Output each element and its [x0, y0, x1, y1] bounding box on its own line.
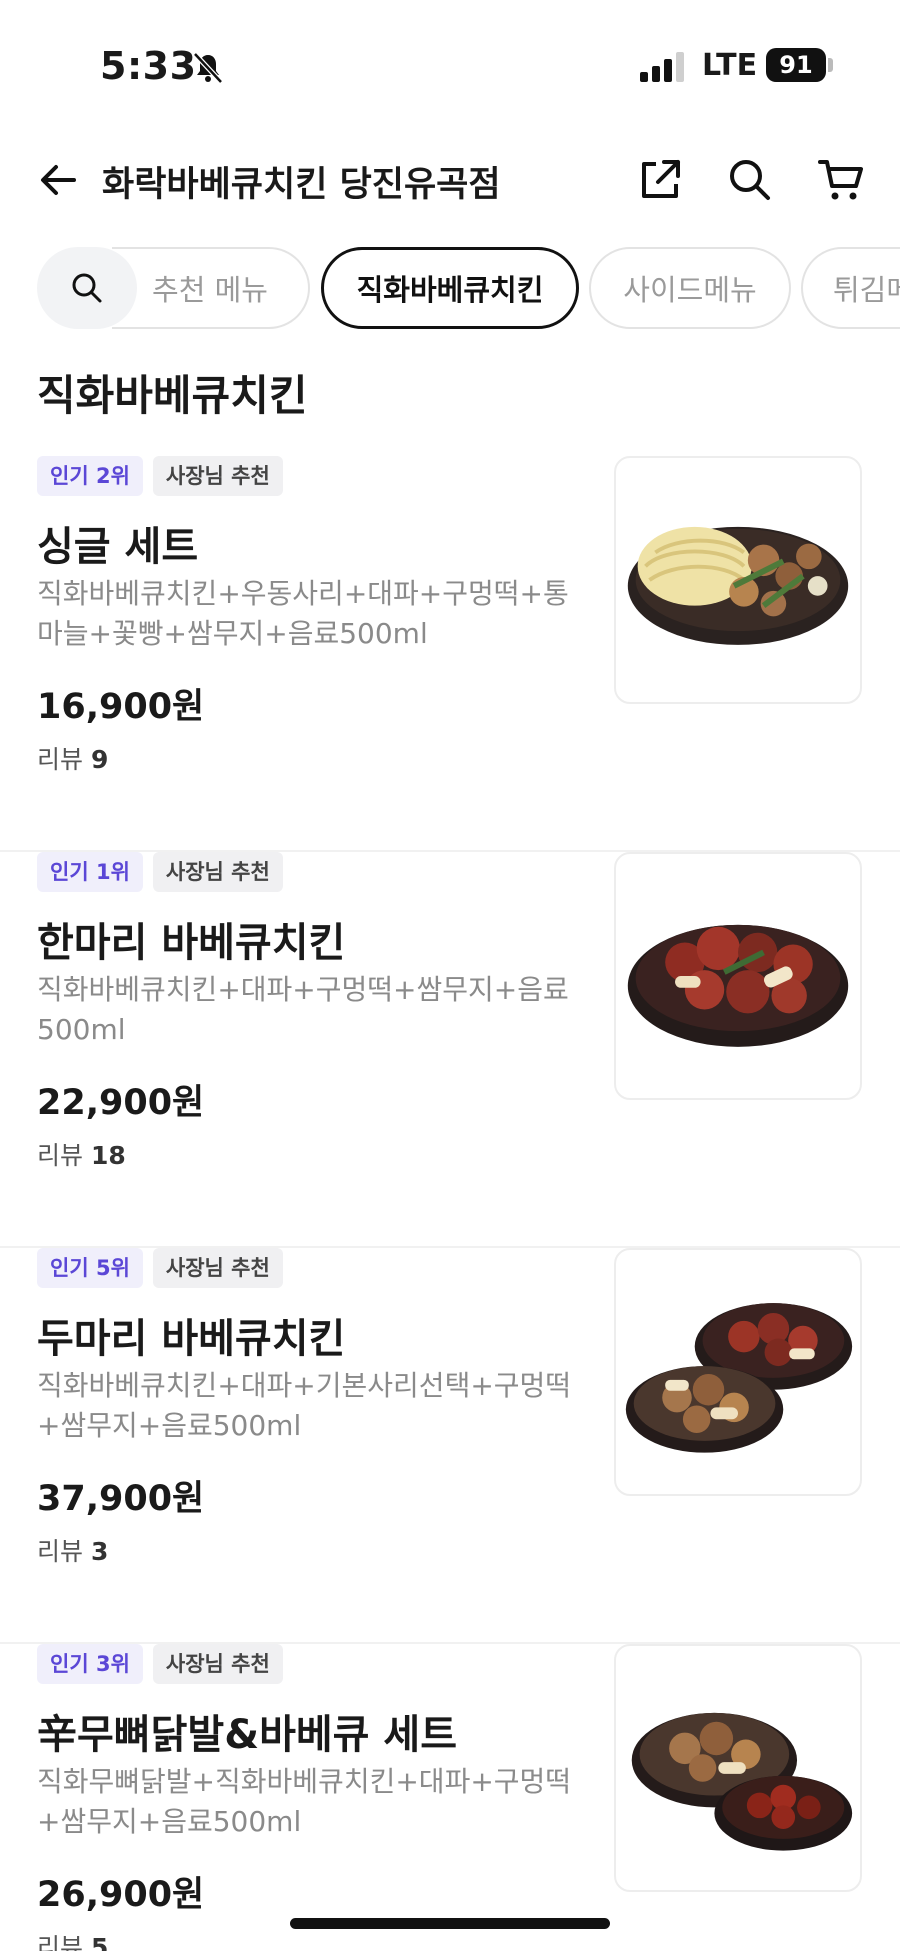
- item-thumbnail[interactable]: [614, 852, 862, 1100]
- two-chicken-plates-icon: [625, 1303, 853, 1453]
- item-thumbnail[interactable]: [614, 456, 862, 704]
- tab-side-menu[interactable]: 사이드메뉴: [589, 247, 791, 329]
- item-review: 리뷰 18: [37, 1141, 126, 1170]
- network-type: LTE: [702, 48, 758, 83]
- section-title: 직화바베큐치킨: [37, 371, 308, 420]
- owner-pick-badge: 사장님 추천: [152, 852, 283, 892]
- home-indicator[interactable]: [290, 1918, 610, 1929]
- chicken-feet-bbq-plates-icon: [631, 1712, 853, 1851]
- item-price: 22,900원: [37, 1083, 205, 1123]
- nav-header: 화락바베큐치킨 당진유곡점: [0, 140, 900, 220]
- chicken-udon-plate-icon: [627, 526, 849, 645]
- item-description: 직화바베큐치킨+우동사리+대파+구멍떡+통마늘+꽃빵+쌈무지+음료500ml: [37, 577, 569, 650]
- review-count: 3: [90, 1537, 109, 1566]
- menu-search-button[interactable]: [37, 247, 137, 329]
- owner-pick-badge: 사장님 추천: [152, 1248, 283, 1288]
- owner-pick-badge: 사장님 추천: [152, 1644, 283, 1684]
- search-icon: [72, 273, 102, 303]
- rank-badge: 인기 5위: [37, 1248, 143, 1288]
- spicy-chicken-plate-icon: [627, 924, 849, 1047]
- category-tabs: 추천 메뉴 직화바베큐치킨 사이드메뉴 튀김메: [0, 246, 900, 330]
- signal-icon: [640, 52, 684, 82]
- battery-icon: 91: [766, 48, 826, 82]
- item-price: 37,900원: [37, 1479, 205, 1519]
- item-description: 직화바베큐치킨+대파+기본사리선택+구멍떡+쌈무지+음료500ml: [37, 1369, 572, 1442]
- item-price: 16,900원: [37, 687, 205, 727]
- item-thumbnail[interactable]: [614, 1644, 862, 1892]
- item-review: 리뷰 3: [37, 1537, 109, 1566]
- status-time: 5:33: [100, 44, 197, 88]
- store-title: 화락바베큐치킨 당진유곡점: [102, 165, 501, 205]
- menu-item[interactable]: 인기 2위 사장님 추천 싱글 세트 직화바베큐치킨+우동사리+대파+구멍떡+통…: [0, 456, 900, 852]
- bell-off-icon: [193, 52, 223, 84]
- review-count: 18: [90, 1141, 126, 1170]
- item-review: 리뷰 9: [37, 745, 109, 774]
- owner-pick-badge: 사장님 추천: [152, 456, 283, 496]
- review-count: 9: [90, 745, 109, 774]
- tab-recommended[interactable]: 추천 메뉴: [112, 247, 310, 329]
- item-thumbnail[interactable]: [614, 1248, 862, 1496]
- battery-cap: [828, 58, 833, 72]
- rank-badge: 인기 1위: [37, 852, 143, 892]
- item-name: 한마리 바베큐치킨: [37, 920, 346, 966]
- item-name: 싱글 세트: [37, 524, 199, 570]
- rank-badge: 인기 2위: [37, 456, 143, 496]
- item-price: 26,900원: [37, 1875, 205, 1915]
- tab-bbq-chicken[interactable]: 직화바베큐치킨: [321, 247, 579, 329]
- rank-badge: 인기 3위: [37, 1644, 143, 1684]
- item-name: 두마리 바베큐치킨: [37, 1316, 346, 1362]
- search-icon[interactable]: [724, 154, 776, 206]
- review-count: 5: [90, 1933, 109, 1951]
- menu-item[interactable]: 인기 1위 사장님 추천 한마리 바베큐치킨 직화바베큐치킨+대파+구멍떡+쌈무…: [0, 852, 900, 1248]
- menu-item[interactable]: 인기 3위 사장님 추천 辛무뼈닭발&바베큐 세트 직화무뼈닭발+직화바베큐치킨…: [0, 1644, 900, 1951]
- tab-fried[interactable]: 튀김메: [801, 247, 900, 329]
- item-review: 리뷰 5: [37, 1928, 108, 1951]
- item-name: 辛무뼈닭발&바베큐 세트: [37, 1712, 458, 1758]
- back-arrow-icon[interactable]: [34, 156, 82, 204]
- item-description: 직화바베큐치킨+대파+구멍떡+쌈무지+음료500ml: [37, 973, 569, 1046]
- cart-icon[interactable]: [816, 154, 868, 206]
- share-icon[interactable]: [634, 154, 686, 206]
- menu-item[interactable]: 인기 5위 사장님 추천 두마리 바베큐치킨 직화바베큐치킨+대파+기본사리선택…: [0, 1248, 900, 1644]
- item-description: 직화무뼈닭발+직화바베큐치킨+대파+구멍떡+쌈무지+음료500ml: [37, 1765, 572, 1838]
- status-bar: 5:33 LTE 91: [0, 0, 900, 120]
